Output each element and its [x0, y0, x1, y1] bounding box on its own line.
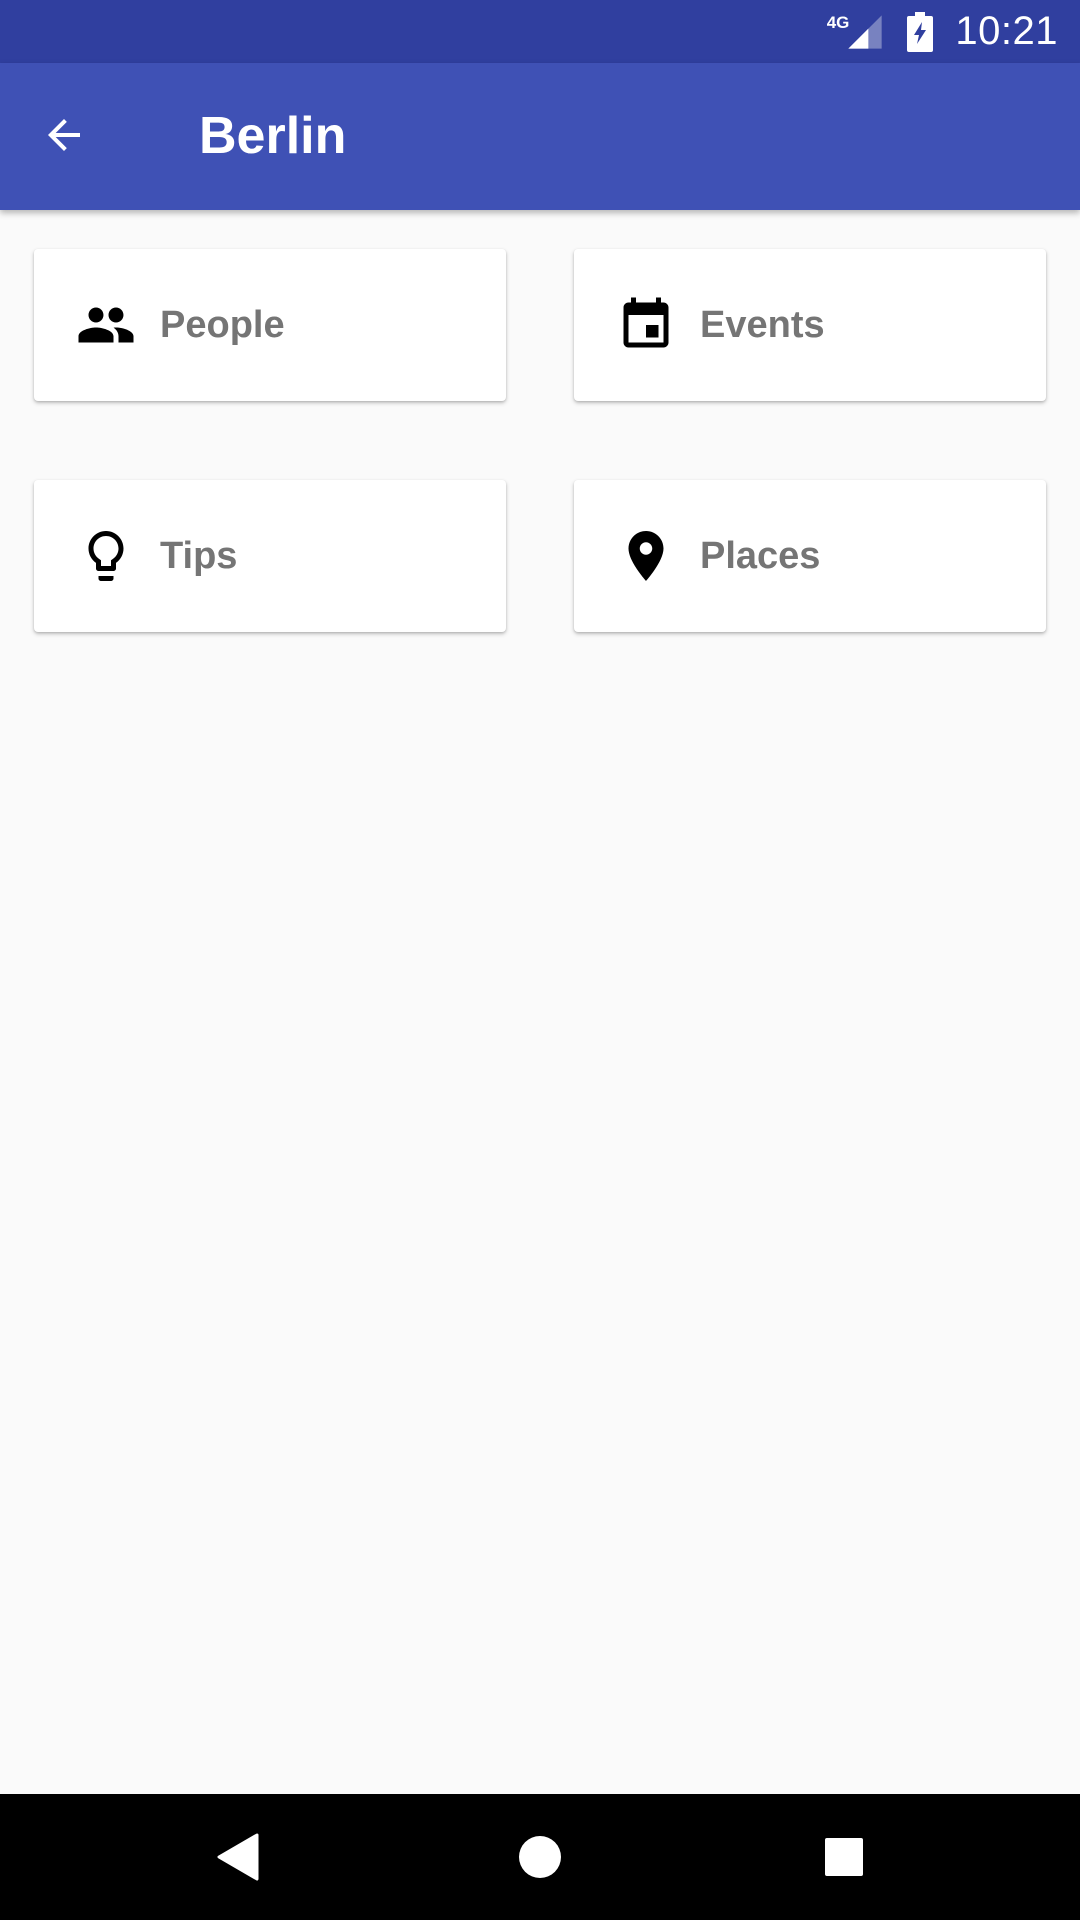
app-bar: Berlin [0, 63, 1080, 210]
events-card[interactable]: Events [574, 249, 1046, 401]
place-pin-icon [616, 526, 676, 586]
nav-back-button[interactable] [202, 1822, 272, 1892]
nav-home-button[interactable] [505, 1822, 575, 1892]
system-navigation-bar [0, 1794, 1080, 1920]
arrow-back-icon [40, 111, 88, 164]
network-type-label: 4G [826, 12, 850, 32]
status-icons: 4G 10:21 [827, 0, 1058, 63]
places-label: Places [700, 535, 821, 577]
battery-charging-icon [885, 11, 934, 52]
status-bar: 4G 10:21 [0, 0, 1080, 63]
page-title: Berlin [199, 107, 347, 165]
calendar-event-icon [616, 295, 676, 355]
tips-card[interactable]: Tips [34, 480, 506, 632]
nav-back-icon [215, 1833, 259, 1881]
events-label: Events [700, 304, 825, 346]
nav-recents-icon [824, 1837, 864, 1877]
people-label: People [160, 304, 285, 346]
tips-label: Tips [160, 535, 238, 577]
places-card[interactable]: Places [574, 480, 1046, 632]
people-card[interactable]: People [34, 249, 506, 401]
nav-recents-button[interactable] [809, 1822, 879, 1892]
lightbulb-icon [76, 526, 136, 586]
nav-home-icon [518, 1835, 562, 1879]
back-button[interactable] [30, 103, 98, 171]
people-icon [76, 295, 136, 355]
signal-icon [845, 12, 885, 52]
clock: 10:21 [955, 9, 1058, 53]
